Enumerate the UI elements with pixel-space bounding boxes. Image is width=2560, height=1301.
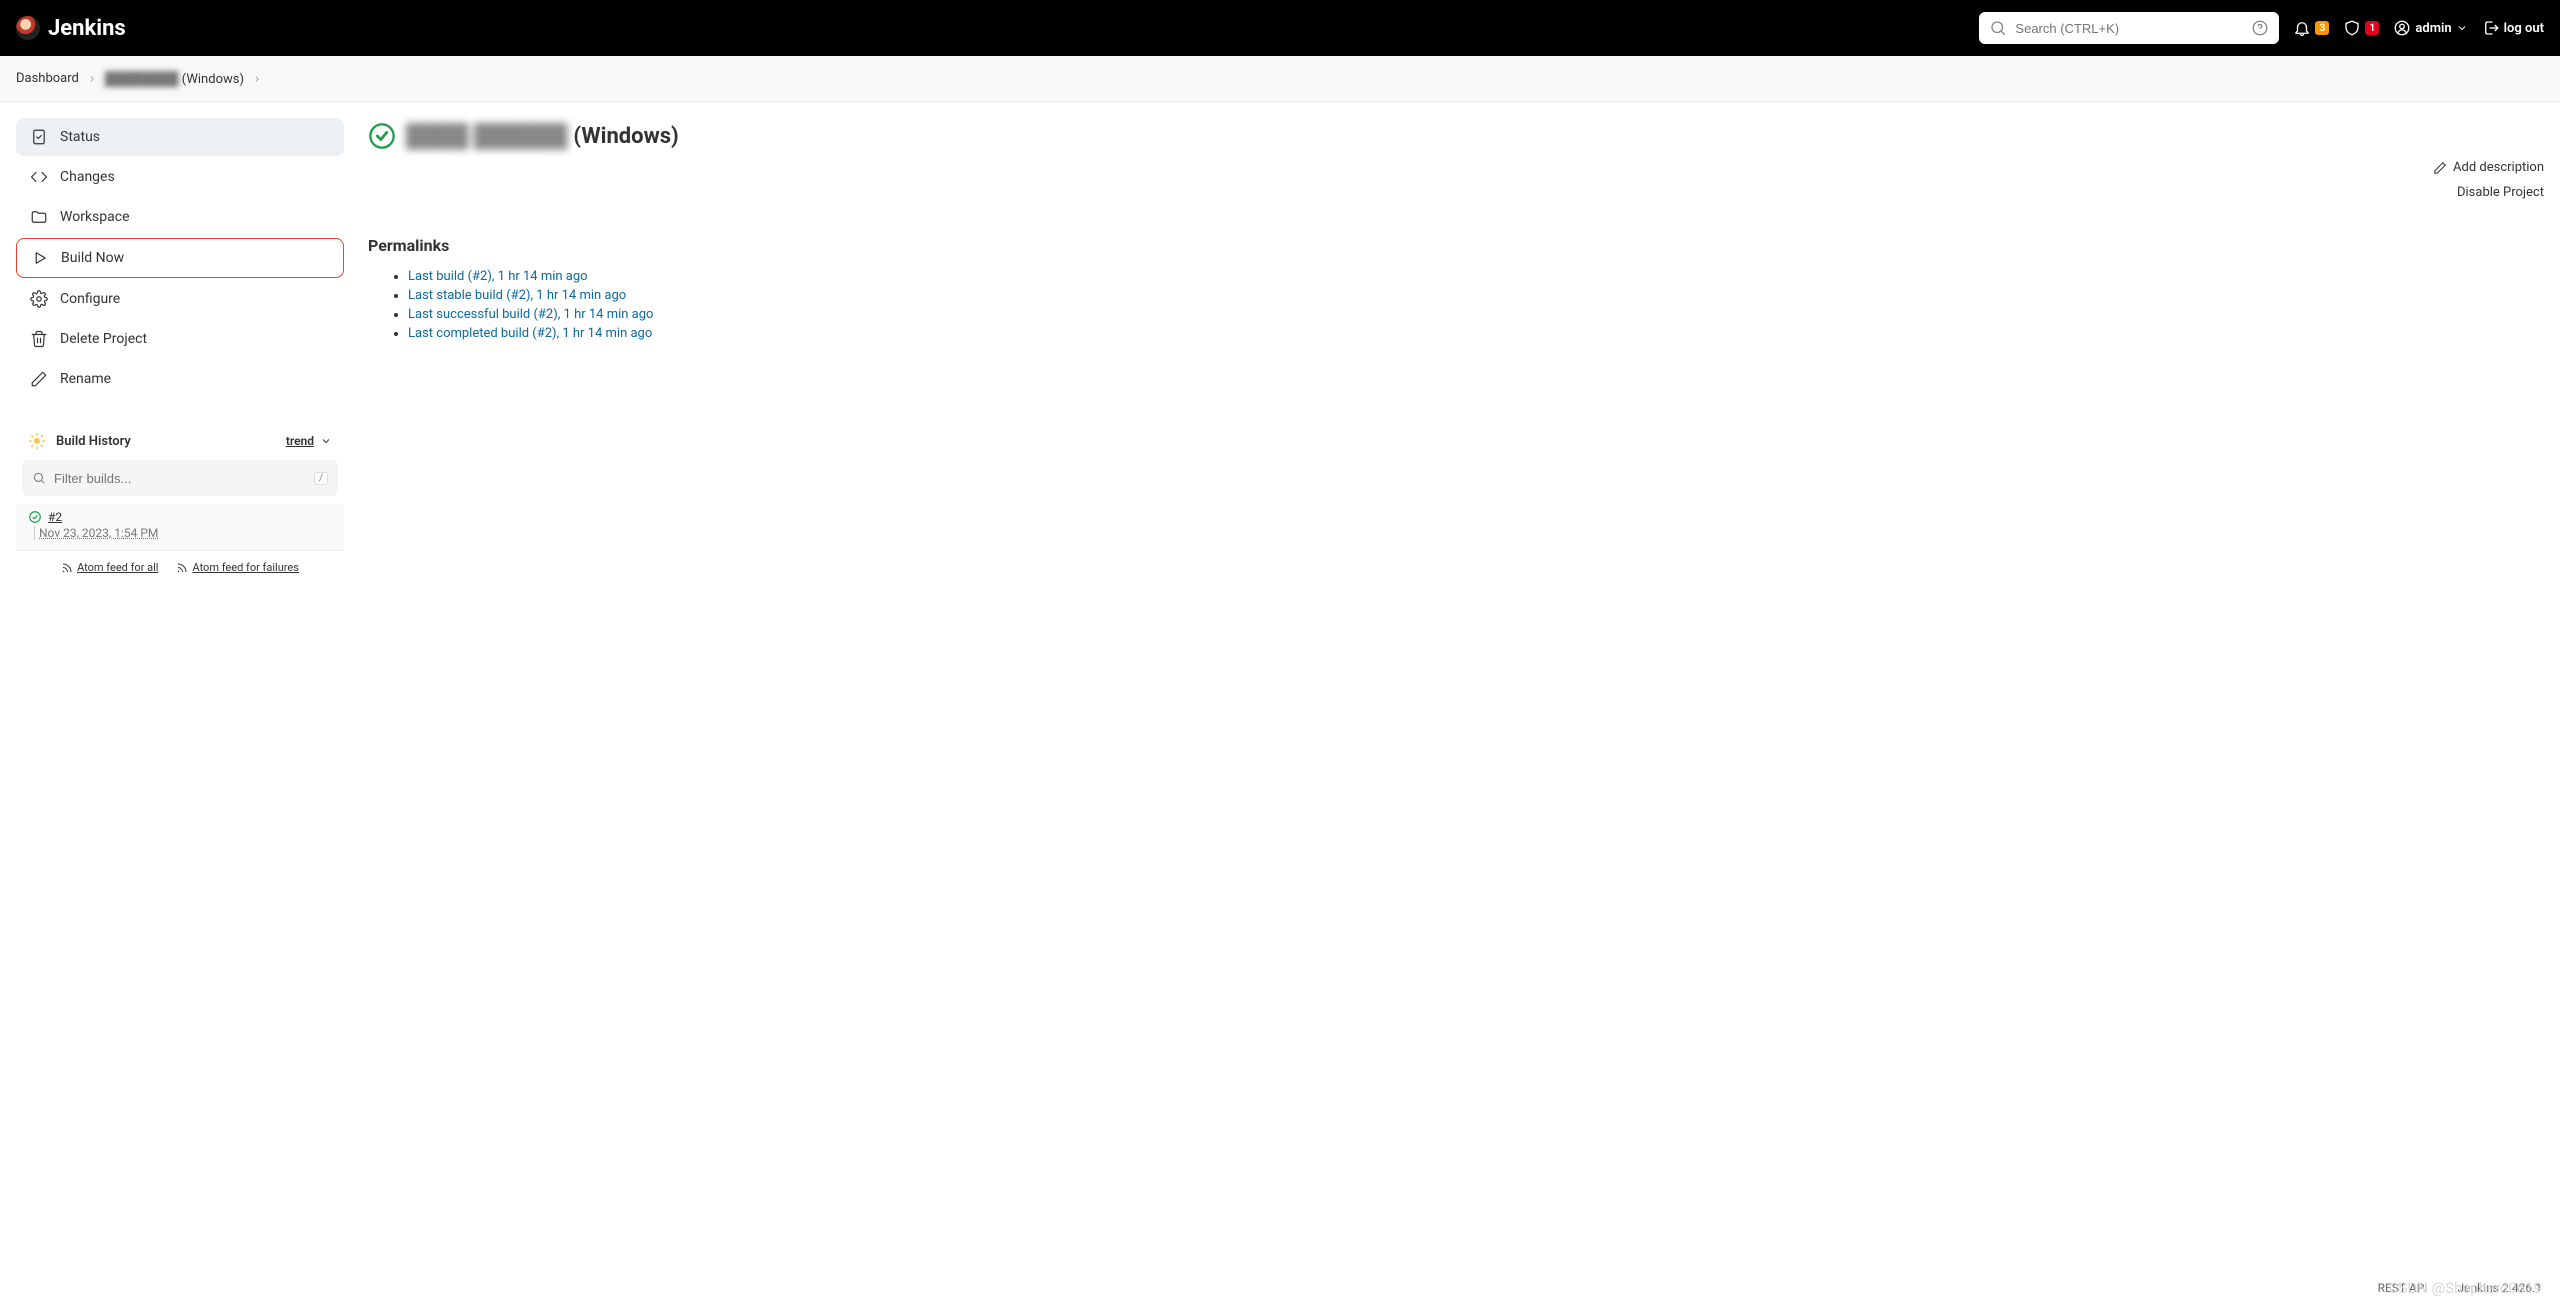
sidebar-label: Delete Project	[60, 331, 147, 347]
user-label: admin	[2415, 21, 2451, 36]
build-history-title: Build History	[28, 432, 131, 450]
status-icon	[30, 128, 48, 146]
sidebar-label: Changes	[60, 169, 115, 185]
changes-icon	[30, 168, 48, 186]
sidebar-label: Workspace	[60, 209, 130, 225]
filter-builds-box[interactable]: /	[22, 460, 338, 496]
sidebar-item-configure[interactable]: Configure	[16, 280, 344, 318]
jenkins-version: Jenkins 2.426.1	[2458, 1281, 2542, 1295]
atom-feed-failures[interactable]: Atom feed for failures	[176, 561, 298, 574]
footer: REST API Jenkins 2.426.1 CSDN @Shepherd0…	[2378, 1281, 2542, 1295]
edit-icon	[30, 370, 48, 388]
logout-icon	[2482, 19, 2500, 37]
sidebar-label: Status	[60, 129, 100, 145]
help-icon[interactable]	[2251, 19, 2269, 37]
rss-icon	[61, 562, 73, 574]
jenkins-logo-icon	[16, 16, 40, 40]
bell-icon	[2293, 19, 2311, 37]
sidebar-label: Rename	[60, 371, 111, 387]
disable-project-link[interactable]: Disable Project	[2457, 185, 2544, 200]
sidebar-label: Build Now	[61, 250, 124, 266]
sun-icon	[28, 432, 46, 450]
chevron-down-icon	[2456, 22, 2468, 34]
security-badge: 1	[2365, 21, 2379, 35]
header-right: 3 1 admin log out	[1979, 12, 2544, 44]
chevron-right-icon	[252, 74, 262, 84]
permalink-last-build[interactable]: Last build (#2), 1 hr 14 min ago	[408, 269, 588, 284]
sidebar-item-workspace[interactable]: Workspace	[16, 198, 344, 236]
search-box[interactable]	[1979, 12, 2279, 44]
chevron-down-icon	[320, 435, 332, 447]
build-row[interactable]: #2 Nov 23, 2023, 1:54 PM	[16, 504, 344, 551]
sidebar-item-rename[interactable]: Rename	[16, 360, 344, 398]
permalink-last-stable[interactable]: Last stable build (#2), 1 hr 14 min ago	[408, 288, 626, 303]
sidebar-item-build-now[interactable]: Build Now	[16, 238, 344, 278]
notifications-button[interactable]: 3	[2293, 19, 2329, 37]
permalink-last-completed[interactable]: Last completed build (#2), 1 hr 14 min a…	[408, 326, 652, 341]
trash-icon	[30, 330, 48, 348]
add-description-link[interactable]: Add description	[2433, 160, 2544, 175]
filter-builds-input[interactable]	[54, 471, 306, 486]
trend-link[interactable]: trend	[286, 434, 332, 448]
logout-button[interactable]: log out	[2482, 19, 2544, 37]
rest-api-link[interactable]: REST API	[2378, 1281, 2428, 1295]
sidebar-item-delete-project[interactable]: Delete Project	[16, 320, 344, 358]
atom-feed-all[interactable]: Atom feed for all	[61, 561, 158, 574]
permalinks-heading: Permalinks	[368, 236, 2544, 255]
play-icon	[31, 249, 49, 267]
breadcrumbs: Dashboard ████████ (Windows)	[0, 56, 2560, 102]
build-history-header: Build History trend	[16, 422, 344, 460]
job-title-row: ████ ██████ (Windows)	[368, 122, 2544, 150]
breadcrumb-job[interactable]: ████████ (Windows)	[105, 71, 244, 87]
top-header: Jenkins 3 1 admin log out	[0, 0, 2560, 56]
logo-area[interactable]: Jenkins	[16, 16, 126, 41]
logo-text: Jenkins	[48, 16, 126, 41]
build-timestamp[interactable]: Nov 23, 2023, 1:54 PM	[34, 526, 332, 540]
sidebar-item-changes[interactable]: Changes	[16, 158, 344, 196]
search-icon	[1989, 19, 2007, 37]
filter-key-hint: /	[314, 472, 328, 485]
search-input[interactable]	[2015, 21, 2243, 36]
job-title: ████ ██████ (Windows)	[406, 123, 679, 149]
folder-icon	[30, 208, 48, 226]
side-panel: Status Changes Workspace Build Now Confi…	[16, 118, 344, 584]
rss-icon	[176, 562, 188, 574]
chevron-right-icon	[87, 74, 97, 84]
page-body: Status Changes Workspace Build Now Confi…	[0, 102, 2560, 600]
permalinks-section: Permalinks Last build (#2), 1 hr 14 min …	[368, 236, 2544, 341]
search-icon	[32, 471, 46, 485]
build-history-panel: Build History trend / #2 Nov 23, 2023, 1…	[16, 422, 344, 584]
shield-icon	[2343, 19, 2361, 37]
user-menu[interactable]: admin	[2393, 19, 2467, 37]
feed-links: Atom feed for all Atom feed for failures	[16, 551, 344, 584]
success-icon	[28, 510, 42, 524]
sidebar-item-status[interactable]: Status	[16, 118, 344, 156]
edit-icon	[2433, 161, 2447, 175]
permalink-last-successful[interactable]: Last successful build (#2), 1 hr 14 min …	[408, 307, 653, 322]
gear-icon	[30, 290, 48, 308]
breadcrumb-dashboard[interactable]: Dashboard	[16, 71, 79, 86]
notification-badge: 3	[2315, 21, 2329, 35]
success-icon	[368, 122, 396, 150]
security-button[interactable]: 1	[2343, 19, 2379, 37]
build-id-link[interactable]: #2	[28, 510, 332, 524]
user-icon	[2393, 19, 2411, 37]
sidebar-label: Configure	[60, 291, 120, 307]
right-actions: Add description Disable Project	[368, 160, 2544, 200]
logout-label: log out	[2504, 21, 2544, 36]
main-content: ████ ██████ (Windows) Add description Di…	[368, 118, 2544, 345]
